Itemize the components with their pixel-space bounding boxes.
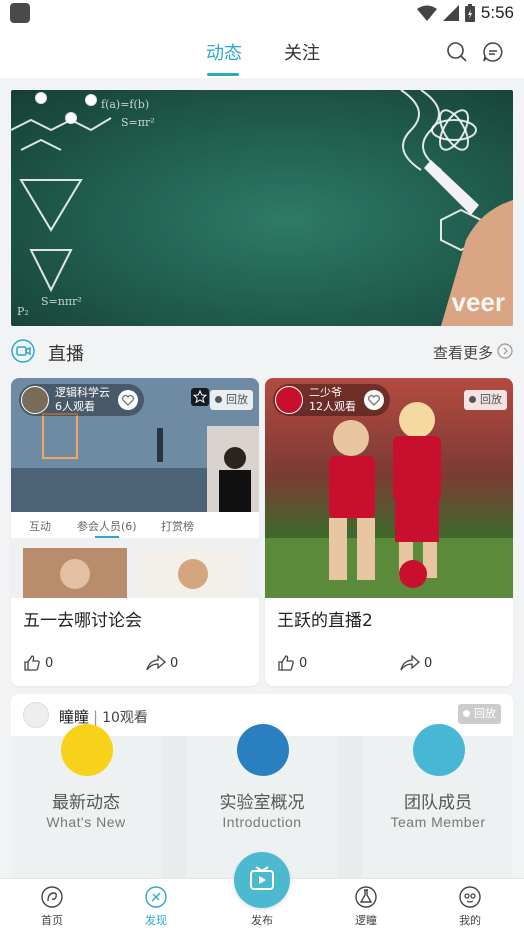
share-button[interactable]: 0 bbox=[400, 654, 432, 672]
watch-count: 10观看 bbox=[102, 710, 148, 726]
heart-icon[interactable] bbox=[118, 390, 138, 410]
viewer-count: 6人观看 bbox=[55, 400, 95, 413]
wifi-icon bbox=[416, 5, 437, 21]
heart-icon[interactable] bbox=[364, 390, 384, 410]
live-thumbnail[interactable]: 二少爷 12人观看 回放 bbox=[265, 378, 513, 598]
svg-text:S=πr²: S=πr² bbox=[121, 116, 155, 129]
tile-title: 实验室概况 bbox=[219, 793, 305, 813]
share-button[interactable]: 0 bbox=[146, 654, 178, 672]
tab-reward-ranking: 打赏榜 bbox=[161, 520, 194, 533]
message-icon[interactable] bbox=[482, 41, 504, 63]
viewer-count: 12人观看 bbox=[309, 400, 356, 413]
host-name: 二少爷 bbox=[309, 386, 342, 399]
status-icons: 5:56 bbox=[416, 2, 514, 24]
thumbs-up-icon bbox=[278, 655, 294, 671]
card-actions: 0 0 bbox=[23, 654, 247, 676]
section-title: 直播 bbox=[48, 344, 84, 365]
live-title: 五一去哪讨论会 bbox=[23, 611, 142, 631]
tab-interaction: 互动 bbox=[29, 520, 51, 533]
tile-title: 最新动态 bbox=[52, 793, 120, 813]
host-info: 逻辑科学云 6人观看 bbox=[19, 384, 144, 416]
nav-home[interactable]: 首页 bbox=[22, 885, 82, 928]
replay-badge: 回放 bbox=[464, 390, 507, 410]
home-icon bbox=[41, 886, 63, 908]
nav-label: 逻瞳 bbox=[355, 914, 377, 927]
svg-text:S=nπr²: S=nπr² bbox=[41, 295, 82, 308]
like-button[interactable]: 0 bbox=[23, 654, 53, 672]
tile-subtitle: Team Member bbox=[390, 814, 486, 830]
feed-author: 瞳瞳 | 10观看 bbox=[59, 706, 148, 727]
svg-text:f(a)=f(b): f(a)=f(b) bbox=[101, 98, 149, 111]
tile-subtitle: Introduction bbox=[222, 814, 302, 830]
nav-label: 发布 bbox=[251, 914, 273, 927]
like-count: 0 bbox=[45, 655, 54, 671]
star-icon[interactable] bbox=[191, 388, 209, 406]
tile-subtitle: What's New bbox=[46, 814, 126, 830]
live-title: 王跃的直播2 bbox=[277, 611, 373, 631]
feed-card[interactable]: 瞳瞳 | 10观看 回放 最新动态 What's New 实验室概况 Introdu… bbox=[11, 694, 513, 878]
like-button[interactable]: 0 bbox=[277, 654, 307, 672]
chalkboard-illustration: f(a)=f(b) S=πr² P₂ S=nπr² bbox=[11, 90, 513, 326]
host-info: 二少爷 12人观看 bbox=[273, 384, 390, 416]
tab-dynamics[interactable]: 动态 bbox=[206, 39, 242, 65]
tab-following[interactable]: 关注 bbox=[284, 39, 320, 65]
tile-whats-new: 最新动态 What's New bbox=[11, 724, 161, 878]
people-icon bbox=[413, 724, 465, 776]
tab-participants: 参会人员(6) bbox=[77, 520, 137, 533]
nav-flask[interactable]: 逻瞳 bbox=[336, 885, 396, 928]
tile-title: 团队成员 bbox=[404, 793, 472, 813]
live-camera-icon bbox=[11, 339, 35, 363]
nav-label: 我的 bbox=[459, 914, 481, 927]
live-card[interactable]: 二少爷 12人观看 回放 王跃的直播2 0 0 bbox=[265, 378, 513, 686]
live-section-header: 直播 查看更多 bbox=[11, 334, 513, 370]
view-more-link[interactable]: 查看更多 bbox=[433, 342, 493, 363]
like-count: 0 bbox=[299, 655, 308, 671]
publish-icon bbox=[250, 866, 274, 890]
share-icon bbox=[146, 654, 166, 671]
status-bar: 5:56 bbox=[0, 0, 524, 26]
battery-icon bbox=[464, 4, 475, 22]
replay-badge: 回放 bbox=[210, 390, 253, 410]
flask-icon bbox=[355, 886, 377, 908]
app-notification-icon bbox=[10, 3, 30, 23]
avatar bbox=[275, 386, 303, 414]
avatar[interactable] bbox=[23, 702, 49, 728]
share-icon bbox=[400, 654, 420, 671]
thumbs-up-icon bbox=[24, 655, 40, 671]
clock: 5:56 bbox=[480, 3, 514, 22]
building-icon bbox=[237, 724, 289, 776]
profile-icon bbox=[459, 886, 481, 908]
discover-icon bbox=[145, 886, 167, 908]
search-icon[interactable] bbox=[446, 41, 468, 63]
replay-badge: 回放 bbox=[458, 704, 501, 724]
top-tab-bar: 动态 关注 bbox=[0, 26, 524, 78]
share-count: 0 bbox=[424, 655, 433, 671]
nav-label: 发现 bbox=[145, 914, 167, 927]
share-count: 0 bbox=[170, 655, 179, 671]
nav-profile[interactable]: 我的 bbox=[440, 885, 500, 928]
host-name: 逻辑科学云 bbox=[55, 386, 110, 399]
tile-team-member: 团队成员 Team Member bbox=[363, 724, 513, 878]
card-actions: 0 0 bbox=[277, 654, 501, 676]
publish-button[interactable] bbox=[234, 852, 290, 908]
document-icon bbox=[61, 724, 113, 776]
svg-text:P₂: P₂ bbox=[17, 305, 29, 318]
chevron-right-icon[interactable] bbox=[497, 343, 513, 359]
banner-image[interactable]: f(a)=f(b) S=πr² P₂ S=nπr² veer bbox=[11, 90, 513, 326]
watermark-logo: veer bbox=[451, 287, 506, 317]
live-card[interactable]: 互动 参会人员(6) 打赏榜 逻辑科学云 6人观看 回放 五一去哪讨论会 0 0 bbox=[11, 378, 259, 686]
live-thumbnail[interactable]: 互动 参会人员(6) 打赏榜 逻辑科学云 6人观看 回放 bbox=[11, 378, 259, 598]
active-tab-indicator bbox=[207, 73, 239, 76]
avatar bbox=[21, 386, 49, 414]
divider: | bbox=[93, 708, 99, 726]
signal-icon bbox=[442, 5, 459, 21]
nav-label: 首页 bbox=[41, 914, 63, 927]
nav-discover[interactable]: 发现 bbox=[126, 885, 186, 928]
